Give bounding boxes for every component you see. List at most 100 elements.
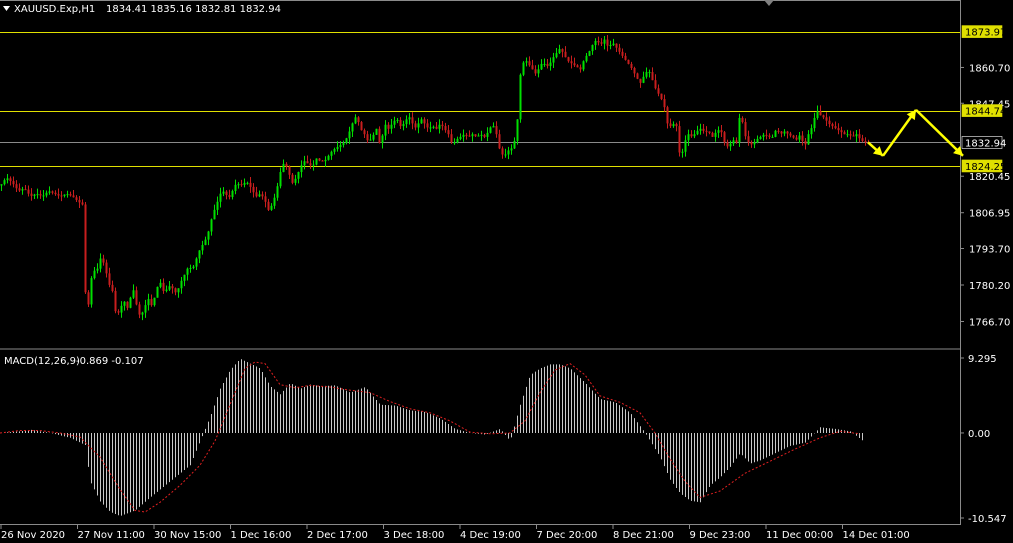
candle-bear xyxy=(633,67,636,74)
macd-scale[interactable]: 9.295 0.00 -10.547 xyxy=(960,354,1007,525)
candle-bear xyxy=(267,201,270,210)
time-scale[interactable]: 26 Nov 2020 27 Nov 11:00 30 Nov 15:00 1 Dec… xyxy=(0,525,910,541)
candle-bear xyxy=(780,131,783,134)
level-tag-label: 1824.25 xyxy=(965,162,1006,173)
symbol-info: XAUUSD.Exp,H1 xyxy=(14,4,95,15)
time-tick-label: 14 Dec 01:00 xyxy=(843,530,910,541)
candle-bull xyxy=(237,184,240,186)
candle-bear xyxy=(447,130,450,135)
candle-bear xyxy=(726,142,729,147)
candle-bull xyxy=(333,149,336,152)
candle-bear xyxy=(744,122,747,137)
candle-bear xyxy=(357,117,360,123)
forecast-arrow-segment[interactable] xyxy=(915,108,964,157)
candle-bull xyxy=(549,62,552,66)
candle-bear xyxy=(135,290,138,305)
chart-menu-triangle-icon[interactable] xyxy=(3,6,10,11)
candle-bear xyxy=(561,49,564,52)
candle-bull xyxy=(282,163,285,173)
chart-canvas[interactable]: 1860.701847.451820.451806.951793.701780.… xyxy=(0,0,1013,543)
candle-bull xyxy=(762,134,765,137)
candle-bear xyxy=(288,166,291,175)
chart-shift-marker[interactable] xyxy=(764,0,774,6)
candle-bull xyxy=(234,184,237,191)
candle-bear xyxy=(138,304,141,315)
candle-bear xyxy=(387,124,390,129)
candle-bull xyxy=(519,74,522,120)
candle-bear xyxy=(426,123,429,128)
time-tick-label: 30 Nov 15:00 xyxy=(154,530,221,541)
candle-bull xyxy=(327,155,330,160)
candle-bear xyxy=(162,282,165,291)
macd-pane[interactable] xyxy=(0,359,863,516)
candle-bull xyxy=(648,72,651,74)
level-tag-label: 1844.74 xyxy=(965,107,1006,118)
candle-bull xyxy=(336,147,339,150)
candle-bull xyxy=(315,158,318,165)
candle-bear xyxy=(702,128,705,131)
candle-bull xyxy=(183,274,186,281)
candle-bull xyxy=(189,267,192,269)
candle-bull xyxy=(582,61,585,70)
candle-bear xyxy=(639,78,642,83)
candle-bull xyxy=(201,245,204,251)
candle-bear xyxy=(39,194,42,196)
candle-bull xyxy=(123,301,126,306)
candle-bear xyxy=(852,135,855,137)
macd-values: -0.869 -0.107 xyxy=(76,356,144,367)
candle-bull xyxy=(186,268,189,275)
candle-bull xyxy=(48,191,51,193)
candle-bull xyxy=(429,127,432,129)
candle-bear xyxy=(108,273,111,285)
candle-bull xyxy=(297,172,300,179)
candle-bear xyxy=(831,124,834,127)
candle-bear xyxy=(12,181,15,185)
candle-bull xyxy=(642,76,645,83)
candle-bear xyxy=(501,148,504,155)
candle-bear xyxy=(423,119,426,124)
candle-bull xyxy=(459,136,462,139)
candle-bull xyxy=(585,55,588,62)
candle-bear xyxy=(834,126,837,129)
candle-bull xyxy=(21,189,24,191)
candle-bear xyxy=(546,63,549,66)
candle-bear xyxy=(669,123,672,127)
candle-bull xyxy=(717,130,720,133)
candle-bull xyxy=(213,209,216,220)
candle-bear xyxy=(711,132,714,137)
candle-bull xyxy=(342,142,345,146)
candle-bear xyxy=(801,135,804,141)
candle-bear xyxy=(666,107,669,124)
candle-bear xyxy=(15,184,18,189)
candle-bull xyxy=(687,134,690,141)
candle-bull xyxy=(594,40,597,46)
candle-bear xyxy=(24,189,27,191)
candle-bear xyxy=(579,67,582,70)
price-pane[interactable] xyxy=(0,32,964,321)
candle-bull xyxy=(156,286,159,298)
candle-bear xyxy=(9,178,12,182)
candle-bear xyxy=(225,191,228,196)
candle-bear xyxy=(51,191,54,193)
candle-bull xyxy=(0,184,3,186)
price-scale[interactable]: 1860.701847.451820.451806.951793.701780.… xyxy=(960,25,1010,329)
candle-bull xyxy=(591,45,594,52)
candle-bull xyxy=(696,130,699,135)
candle-bull xyxy=(480,134,483,136)
candle-bear xyxy=(474,134,477,137)
candle-bear xyxy=(804,140,807,145)
candle-bull xyxy=(522,62,525,75)
candle-bear xyxy=(117,311,120,313)
candle-bull xyxy=(273,197,276,206)
candle-bull xyxy=(420,119,423,124)
candle-bull xyxy=(552,57,555,63)
candle-bull xyxy=(99,258,102,269)
chart-window[interactable]: 1860.701847.451820.451806.951793.701780.… xyxy=(0,0,1013,543)
candle-bull xyxy=(396,120,399,122)
candle-bull xyxy=(699,128,702,131)
candle-bear xyxy=(495,126,498,135)
candle-bear xyxy=(150,299,153,306)
candle-bear xyxy=(27,189,30,194)
candle-bull xyxy=(684,140,687,152)
price-tick-label: 1860.70 xyxy=(969,63,1010,74)
